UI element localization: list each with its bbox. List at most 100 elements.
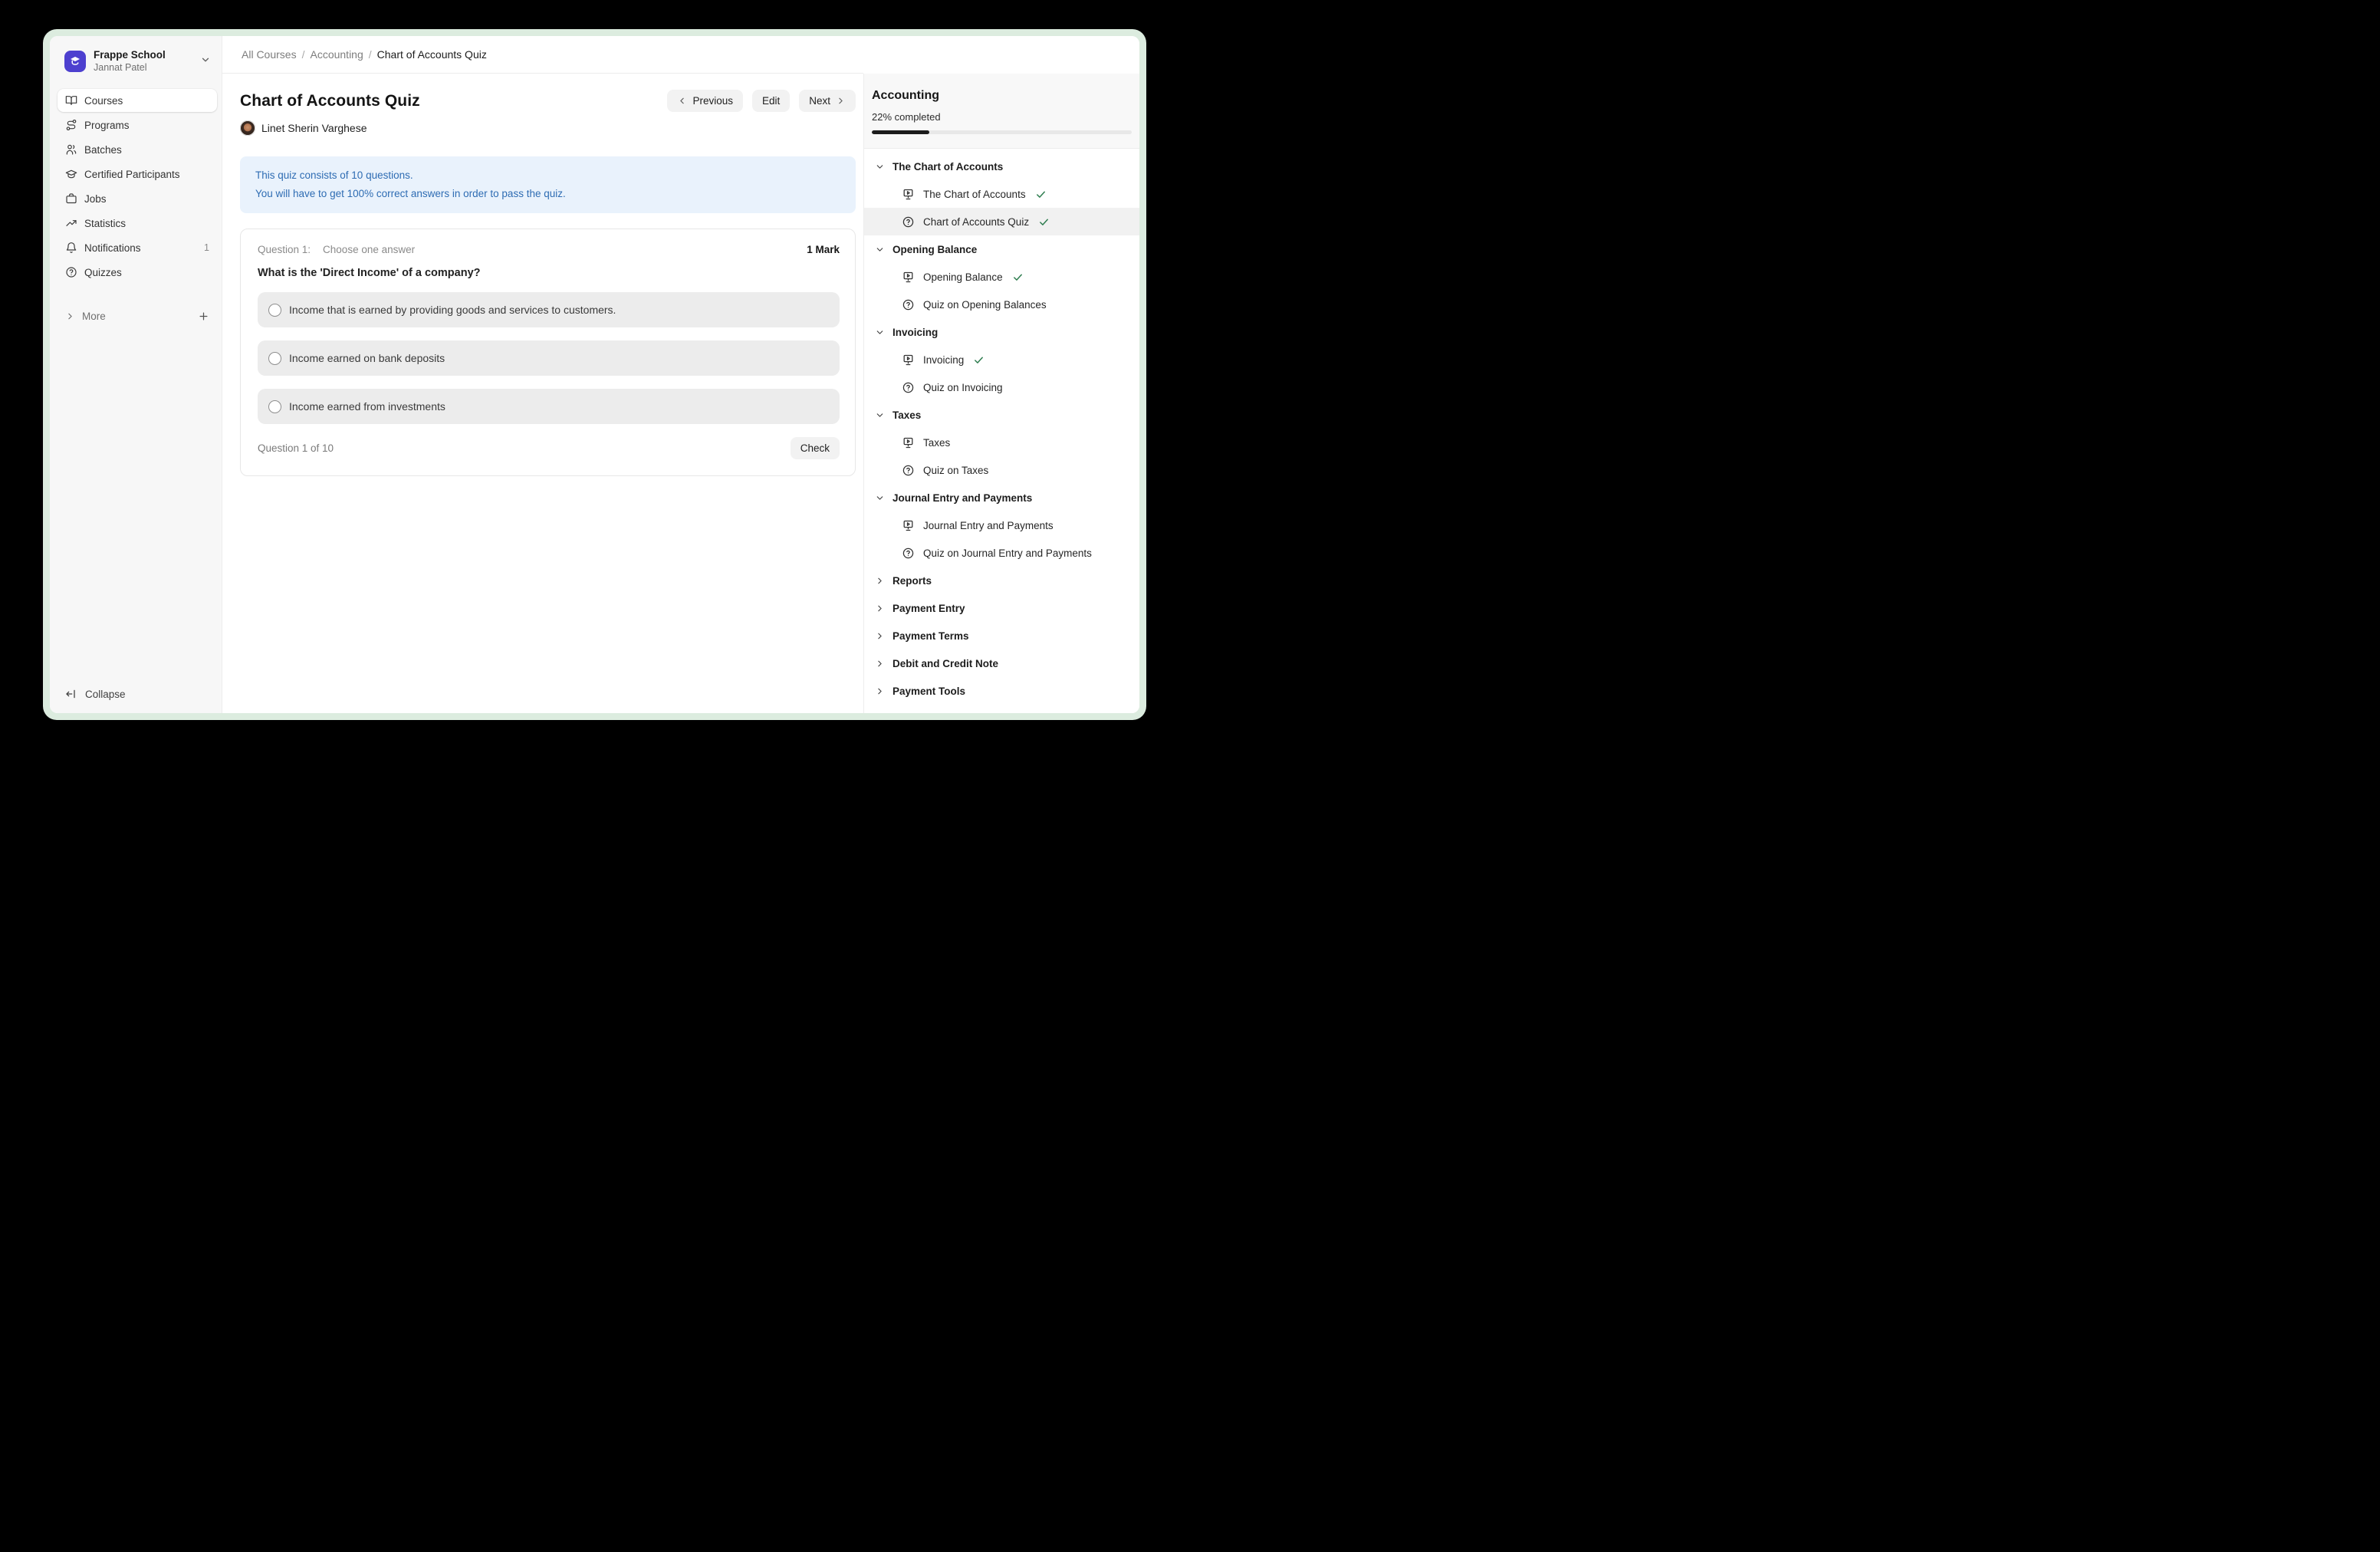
main-content: Chart of Accounts Quiz Previous Edit [222,74,863,713]
outline-item-quiz-on-journal-entry-and-payments[interactable]: Quiz on Journal Entry and Payments [864,539,1139,567]
quiz-icon [902,381,915,394]
breadcrumb-link-accounting[interactable]: Accounting [310,48,363,61]
outline-section-label: Payment Terms [893,630,969,642]
sidebar-item-notifications[interactable]: Notifications1 [58,236,217,259]
outline-section-journal-entry-and-payments[interactable]: Journal Entry and Payments [864,484,1139,511]
outline-item-chart-of-accounts-quiz[interactable]: Chart of Accounts Quiz [864,208,1139,235]
chevron-right-icon [875,686,885,696]
sidebar-nav: Courses ProgramsBatchesCertified Particip… [50,89,222,285]
chevron-right-icon [875,631,885,641]
course-outline-panel: Accounting 22% completed The Chart of Ac… [863,74,1139,713]
course-panel-header: Accounting 22% completed [864,74,1139,149]
chevron-right-icon [836,96,846,106]
top-bar: All Courses/Accounting/Chart of Accounts… [222,36,1139,74]
bell-icon [65,242,77,254]
chevron-right-icon [875,659,885,669]
quiz-icon [902,547,915,560]
outline-section-taxes[interactable]: Taxes [864,401,1139,429]
author-row: Linet Sherin Varghese [240,120,856,136]
chevron-right-icon [875,576,885,586]
outline-item-the-chart-of-accounts[interactable]: The Chart of Accounts [864,180,1139,208]
chevron-down-icon [875,493,885,503]
trending-up-icon [65,217,77,229]
chevron-down-icon [875,327,885,337]
sidebar-item-statistics[interactable]: Statistics [58,212,217,235]
breadcrumb: All Courses/Accounting/Chart of Accounts… [222,36,863,74]
answer-option-1[interactable]: Income that is earned by providing goods… [258,292,840,327]
plus-icon[interactable] [198,311,209,322]
outline-item-label: Invoicing [923,354,964,366]
previous-button[interactable]: Previous [667,90,743,112]
outline-section-reports[interactable]: Reports [864,567,1139,594]
outline-section-payment-entry[interactable]: Payment Entry [864,594,1139,622]
question-progress: Question 1 of 10 [258,442,791,454]
breadcrumb-link-all-courses[interactable]: All Courses [242,48,297,61]
sidebar-item-batches[interactable]: Batches [58,138,217,161]
lesson-icon [902,353,915,367]
sidebar-item-jobs[interactable]: Jobs [58,187,217,210]
help-circle-icon [65,266,77,278]
sidebar-item-certified-participants[interactable]: Certified Participants [58,163,217,186]
outline-section-label: Opening Balance [893,244,977,255]
outline-item-quiz-on-invoicing[interactable]: Quiz on Invoicing [864,373,1139,401]
outline-section-payment-terms[interactable]: Payment Terms [864,622,1139,649]
edit-label: Edit [762,95,780,107]
route-icon [65,119,77,131]
outline-section-label: Journal Entry and Payments [893,492,1032,504]
outline-section-label: Invoicing [893,327,938,338]
check-button[interactable]: Check [791,437,840,459]
outline-item-label: Chart of Accounts Quiz [923,216,1029,228]
outline-section-the-chart-of-accounts[interactable]: The Chart of Accounts [864,153,1139,180]
radio-button-icon[interactable] [268,304,281,317]
chevron-down-icon [875,245,885,255]
workspace-switcher[interactable]: Frappe School Jannat Patel [50,36,222,74]
course-progress-fill [872,130,929,134]
chevron-left-icon [677,96,687,106]
more-label: More [82,311,191,322]
completed-check-icon [1038,216,1050,228]
outline-item-label: Quiz on Invoicing [923,382,1003,393]
outline-section-invoicing[interactable]: Invoicing [864,318,1139,346]
outline-item-taxes[interactable]: Taxes [864,429,1139,456]
completed-check-icon [1035,189,1047,200]
outline-item-invoicing[interactable]: Invoicing [864,346,1139,373]
outline-section-label: The Chart of Accounts [893,161,1003,173]
outline-section-debit-and-credit-note[interactable]: Debit and Credit Note [864,649,1139,677]
course-title: Accounting [872,89,1132,103]
completed-check-icon [973,354,985,366]
sidebar-item-programs[interactable]: Programs [58,113,217,136]
quiz-icon [902,464,915,477]
outline-item-journal-entry-and-payments[interactable]: Journal Entry and Payments [864,511,1139,539]
sidebar-item-label: Jobs [84,193,209,205]
outline-section-label: Reports [893,575,932,587]
collapse-sidebar-button[interactable]: Collapse [50,682,222,705]
sidebar-item-label: Courses [84,95,209,107]
chevron-down-icon [200,54,211,69]
answer-options: Income that is earned by providing goods… [258,292,840,424]
radio-button-icon[interactable] [268,352,281,365]
sidebar-item-quizzes[interactable]: Quizzes [58,261,217,284]
outline-item-quiz-on-opening-balances[interactable]: Quiz on Opening Balances [864,291,1139,318]
sidebar-item-label: Notifications [84,242,197,254]
question-marks: 1 Mark [807,244,840,255]
sidebar-more[interactable]: More [50,305,222,327]
frappe-school-logo-icon [64,51,86,72]
outline-section-opening-balance[interactable]: Opening Balance [864,235,1139,263]
outline-section-payment-tools[interactable]: Payment Tools [864,677,1139,705]
answer-option-3[interactable]: Income earned from investments [258,389,840,424]
outline-item-opening-balance[interactable]: Opening Balance [864,263,1139,291]
outline-item-quiz-on-taxes[interactable]: Quiz on Taxes [864,456,1139,484]
edit-button[interactable]: Edit [752,90,790,112]
collapse-icon [65,688,77,700]
quiz-icon [902,215,915,229]
completed-check-icon [1012,271,1024,283]
next-button[interactable]: Next [799,90,856,112]
answer-option-2[interactable]: Income earned on bank deposits [258,340,840,376]
sidebar-item-courses[interactable]: Courses [58,89,217,112]
outline-section-label: Payment Tools [893,686,965,697]
sidebar-item-label: Statistics [84,218,209,229]
quiz-notice: This quiz consists of 10 questions.You w… [240,156,856,213]
radio-button-icon[interactable] [268,400,281,413]
app-window: Frappe School Jannat Patel Courses Progra… [50,36,1139,713]
author-name: Linet Sherin Varghese [261,122,367,134]
